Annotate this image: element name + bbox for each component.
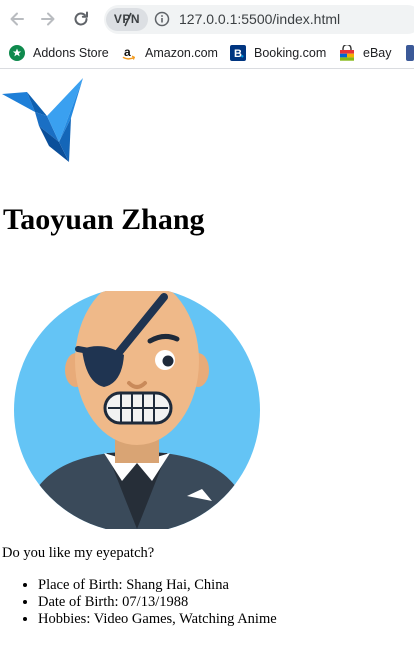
reload-icon	[74, 11, 88, 26]
list-item-date-of-birth: Date of Birth: 07/13/1988	[38, 594, 277, 611]
info-icon[interactable]	[154, 11, 170, 27]
booking-favicon: B	[230, 45, 246, 61]
ebay-favicon	[339, 45, 355, 61]
origami-bird-logo	[2, 78, 83, 162]
bookmark-addons-store[interactable]: Addons Store	[9, 43, 109, 63]
page-title: Taoyuan Zhang	[3, 203, 205, 236]
bookmark-overflow[interactable]	[406, 43, 414, 63]
bookmark-booking[interactable]: B Booking.com	[230, 43, 326, 63]
bookmark-label: Amazon.com	[145, 46, 218, 60]
vpn-slash-icon	[124, 12, 132, 27]
avatar-eyepatch-man	[14, 291, 260, 529]
browser-toolbar: VPN 127.0.0.1:5500/index.html	[0, 0, 414, 38]
eyepatch-question: Do you like my eyepatch?	[2, 545, 155, 561]
url-text: 127.0.0.1:5500/index.html	[179, 11, 341, 27]
svg-text:a: a	[124, 45, 131, 59]
bookmark-partial-favicon	[406, 45, 414, 61]
vpn-button[interactable]: VPN	[106, 8, 148, 31]
list-item-hobbies: Hobbies: Video Games, Watching Anime	[38, 611, 277, 628]
back-button[interactable]	[6, 8, 28, 30]
list-item-place-of-birth: Place of Birth: Shang Hai, China	[38, 577, 277, 594]
bookmark-amazon[interactable]: a Amazon.com	[121, 43, 218, 63]
arrow-right-icon	[41, 12, 55, 26]
arrow-left-icon	[10, 12, 24, 26]
address-bar[interactable]: VPN 127.0.0.1:5500/index.html	[104, 5, 414, 34]
bookmark-label: Addons Store	[33, 46, 109, 60]
bookmark-label: eBay	[363, 46, 392, 60]
forward-button[interactable]	[37, 8, 59, 30]
addons-store-favicon	[9, 45, 25, 61]
svg-text:B: B	[234, 48, 242, 60]
facts-list: Place of Birth: Shang Hai, China Date of…	[0, 577, 277, 628]
reload-button[interactable]	[70, 8, 92, 30]
bookmark-ebay[interactable]: eBay	[339, 43, 392, 63]
amazon-favicon: a	[121, 45, 137, 61]
bookmarks-bar: Addons Store a Amazon.com B Booking.com	[0, 38, 414, 69]
bookmark-label: Booking.com	[254, 46, 327, 60]
